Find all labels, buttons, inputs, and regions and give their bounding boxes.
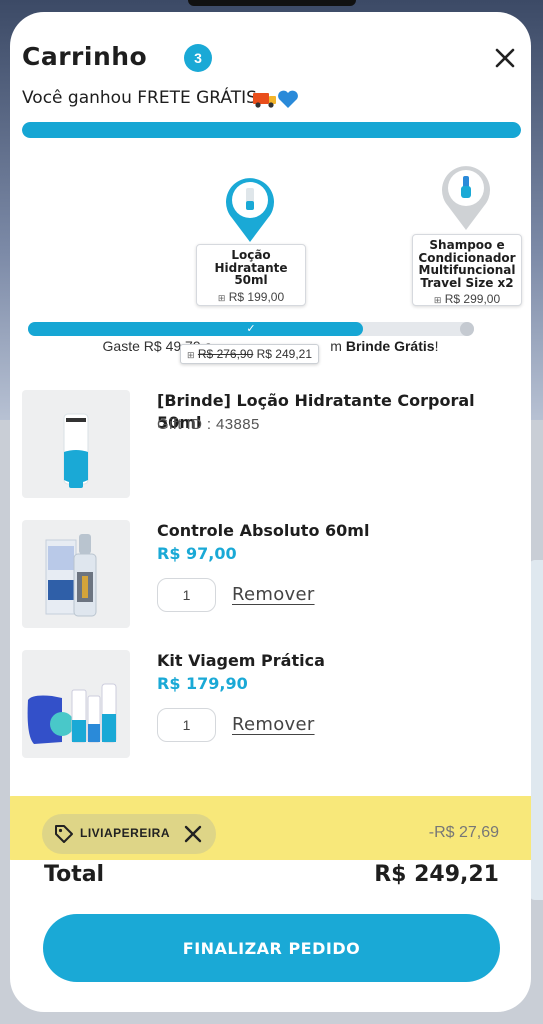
total-value: R$ 249,21 [374,862,499,887]
coupon-code: LIVIAPEREIRA [80,826,171,840]
gift-pin-reached-icon [226,178,274,242]
device-notch [188,0,356,6]
gift-price-value: R$ 299,00 [444,292,501,306]
background-side-banner [529,560,543,900]
truck-heart-icon [253,90,298,108]
gift-progress-fill [28,322,363,336]
tag-icon [55,825,73,843]
close-icon [495,48,515,68]
cart-total-tooltip: ⊞ R$ 276,90 R$ 249,21 [180,344,320,364]
cart-items: [Brinde] Loção Hidratante Corporal 50ml … [22,390,519,780]
item-price: R$ 179,90 [157,674,248,693]
old-total: R$ 276,90 [197,347,254,361]
remove-coupon-button[interactable] [182,823,204,845]
cart-title: Carrinho [22,42,148,71]
item-price: R$ 97,00 [157,544,237,563]
gift-card-milestone-2: Shampoo e Condicionador Multifuncional T… [412,234,522,306]
product-image [22,390,130,498]
new-total: R$ 249,21 [256,347,313,361]
gift-price: ⊞ R$ 299,00 [417,292,517,306]
free-shipping-message: Você ganhou FRETE GRÁTIS [22,88,257,108]
item-name: Controle Absoluto 60ml [157,521,370,540]
total-label: Total [44,862,105,887]
product-image [22,520,130,628]
gift-name: Shampoo e Condicionador Multifuncional T… [418,238,516,290]
cart-drawer: Carrinho 3 Você ganhou FRETE GRÁTIS Loçã… [10,12,531,1012]
shipping-progress-bar [22,122,521,138]
remove-button[interactable]: Remover [232,584,315,605]
gift-milestones: Loção Hidratante 50ml ⊞ R$ 199,00 Shampo… [10,162,531,364]
check-icon: ✓ [246,323,256,335]
cart-mini-icon: ⊞ [187,350,195,360]
item-name: Kit Viagem Prática [157,651,325,670]
cart-count-badge: 3 [184,44,212,72]
gift-price: ⊞ R$ 199,00 [201,290,301,304]
shipping-progress-fill [22,122,521,138]
coupon-discount: -R$ 27,69 [428,824,499,841]
cart-item: Controle Absoluto 60ml R$ 97,00 1 Remove… [22,520,519,628]
quantity-input[interactable]: 1 [157,708,216,742]
background-price-strip [150,1000,410,1024]
gift-pin-locked-icon [442,166,490,230]
product-image [22,650,130,758]
close-button[interactable] [491,44,519,72]
gift-card-milestone-1: Loção Hidratante 50ml ⊞ R$ 199,00 [196,244,306,306]
gift-milestone-dot [460,322,474,336]
coupon-chip: LIVIAPEREIRA [42,814,216,854]
cart-mini-icon: ⊞ [433,295,442,305]
cart-item: [Brinde] Loção Hidratante Corporal 50ml … [22,390,519,498]
cart-item: Kit Viagem Prática R$ 179,90 1 Remover [22,650,519,758]
gift-id: Gift ID : 43885 [157,416,260,433]
close-icon [184,825,202,843]
cart-mini-icon: ⊞ [217,292,226,303]
gift-note-bold: Brinde Grátis [345,338,435,354]
remove-button[interactable]: Remover [232,714,315,735]
quantity-input[interactable]: 1 [157,578,216,612]
gift-note-suffix: m [330,338,342,354]
gift-name: Loção Hidratante 50ml [214,248,288,287]
gift-note-end: ! [434,338,439,354]
checkout-button[interactable]: FINALIZAR PEDIDO [43,914,500,982]
cart-header: Carrinho 3 [22,42,519,82]
gift-price-value: R$ 199,00 [228,289,285,304]
